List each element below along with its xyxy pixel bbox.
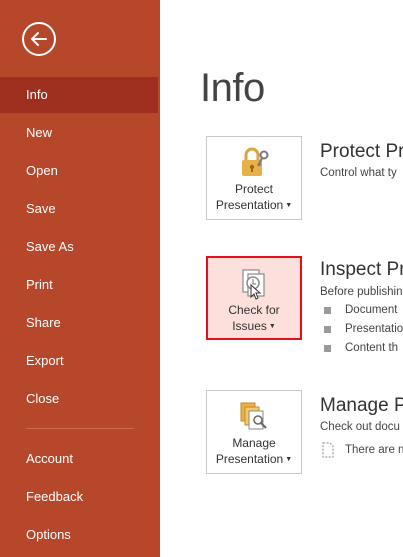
lock-key-icon (242, 147, 269, 176)
bullet-icon (324, 326, 331, 333)
nav-item-print[interactable]: Print (0, 267, 158, 303)
protect-presentation-button[interactable]: Protect Presentation ▼ (206, 136, 302, 220)
nav-item-account[interactable]: Account (0, 441, 158, 477)
nav-item-share[interactable]: Share (0, 305, 158, 341)
nav-item-open[interactable]: Open (0, 153, 158, 189)
nav-item-feedback[interactable]: Feedback (0, 479, 158, 515)
inspect-bullet-2: Presentatio (345, 323, 403, 335)
inspect-bullet-1: Document (345, 304, 398, 316)
back-arrow-icon (31, 32, 47, 46)
nav-item-export[interactable]: Export (0, 343, 158, 379)
protect-label-line2: Presentation (215, 198, 284, 212)
manage-description: Check out docu (320, 421, 400, 433)
nav-item-close[interactable]: Close (0, 381, 158, 417)
check-label-line1: Check for (228, 303, 280, 317)
manage-label-line2: Presentation (215, 452, 284, 466)
document-icon (322, 442, 334, 458)
protect-label-line1: Protect (234, 182, 273, 196)
protect-description: Control what ty (320, 167, 397, 179)
chevron-down-icon: ▼ (268, 322, 276, 330)
inspect-bullet-3: Content th (345, 342, 399, 354)
nav-divider (26, 428, 134, 429)
protect-heading: Protect Pre (320, 141, 403, 162)
nav-item-save[interactable]: Save (0, 191, 158, 227)
manage-note: There are n (345, 444, 403, 456)
nav-item-save-as[interactable]: Save As (0, 229, 158, 265)
chevron-down-icon: ▼ (285, 201, 293, 209)
nav-item-options[interactable]: Options (0, 517, 158, 553)
manage-versions-icon (240, 402, 267, 430)
inspect-description: Before publishin (320, 286, 403, 298)
check-label-line2: Issues (232, 319, 267, 333)
inspect-document-icon (242, 269, 265, 300)
check-for-issues-button[interactable]: Check for Issues ▼ (206, 256, 302, 340)
page-title: Info (200, 66, 265, 110)
bullet-icon (324, 307, 331, 314)
backstage-sidebar: Info New Open Save Save As Print Share E… (0, 0, 160, 557)
manage-label-line1: Manage (232, 436, 276, 450)
chevron-down-icon: ▼ (285, 455, 293, 463)
nav-item-new[interactable]: New (0, 115, 158, 151)
bullet-icon (324, 345, 331, 352)
manage-presentation-button[interactable]: Manage Presentation ▼ (206, 390, 302, 474)
manage-heading: Manage P (320, 395, 403, 416)
back-button[interactable] (22, 22, 56, 56)
nav-item-info[interactable]: Info (0, 77, 158, 113)
inspect-heading: Inspect Pre (320, 259, 403, 280)
